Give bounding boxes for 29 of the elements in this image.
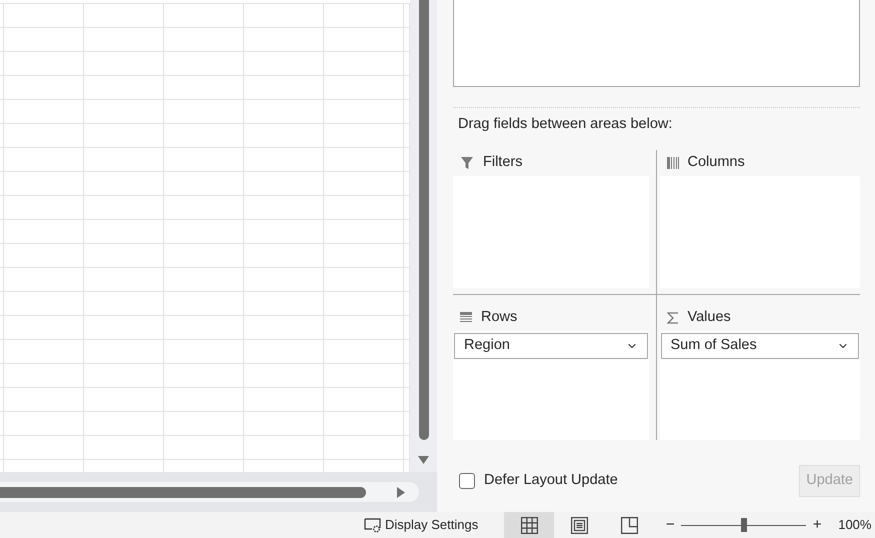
drop-area[interactable]: Region — [453, 330, 648, 440]
area-title: Filters — [483, 152, 522, 172]
view-button[interactable] — [504, 512, 554, 538]
area-title: Columns — [688, 152, 745, 172]
down-arrow-icon[interactable] — [418, 456, 429, 464]
zoom-percent: 100% — [838, 516, 872, 534]
instruction-text: Drag fields between areas below: — [457, 115, 674, 134]
right-arrow-icon[interactable] — [397, 486, 405, 498]
drop-area[interactable]: Sum of Sales — [660, 330, 860, 440]
grid-icon — [520, 516, 538, 534]
field-dropdown[interactable]: Sum of Sales — [660, 332, 859, 359]
zoom-slider[interactable] — [681, 518, 806, 532]
area-title: Values — [688, 308, 731, 327]
filter-icon — [460, 156, 474, 170]
zoom-out-button[interactable]: − — [662, 514, 678, 536]
sigma-icon — [666, 312, 678, 324]
horizontal-scrollbar-thumb[interactable] — [0, 486, 366, 498]
display-settings-button[interactable]: Display Settings — [362, 512, 480, 538]
page-icon — [570, 516, 588, 534]
page-break-icon — [620, 516, 638, 534]
defer-checkbox[interactable] — [459, 472, 475, 489]
field-dropdown[interactable]: Region — [454, 332, 648, 359]
area-title: Rows — [481, 308, 518, 327]
rows-icon — [460, 312, 472, 324]
columns-icon — [666, 156, 678, 169]
vertical-scrollbar-thumb[interactable] — [418, 0, 428, 440]
zoom-in-button[interactable]: + — [809, 514, 826, 536]
defer-label: Defer Layout Update — [484, 470, 618, 490]
monitor-gear-icon — [364, 518, 382, 532]
